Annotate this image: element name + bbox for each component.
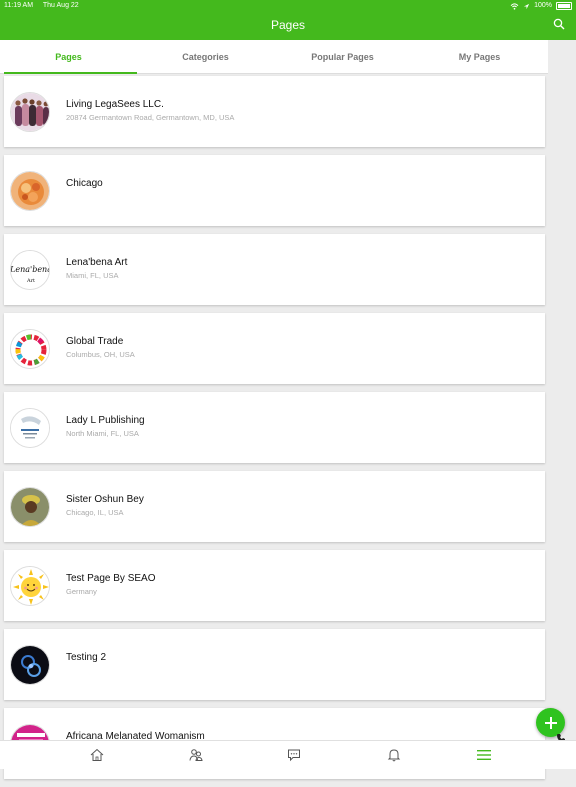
nav-friends-button[interactable] (176, 741, 216, 769)
battery-percent: 100% (534, 2, 552, 9)
plus-icon (544, 716, 557, 729)
page-name: Lena'bena Art (66, 257, 128, 268)
dark-abstract-avatar (10, 645, 50, 685)
tab-pages[interactable]: Pages (0, 40, 137, 74)
status-date: Thu Aug 22 (42, 2, 79, 9)
bottom-navigation (0, 740, 576, 769)
app-header: 11:19 AM Thu Aug 22 100% Pages (0, 0, 576, 40)
logo-subtext: Art (26, 278, 35, 284)
list-item[interactable]: Global Trade Columbus, OH, USA (4, 313, 545, 384)
tab-my-pages[interactable]: My Pages (411, 40, 548, 73)
nav-messages-button[interactable] (274, 741, 314, 769)
page-name: Chicago (66, 178, 103, 189)
page-location: Columbus, OH, USA (66, 350, 135, 359)
page-location: Chicago, IL, USA (66, 508, 124, 517)
page-name: Lady L Publishing (66, 415, 145, 426)
nav-menu-button[interactable] (464, 741, 504, 769)
tab-bar: Pages Categories Popular Pages My Pages (0, 40, 548, 74)
list-item[interactable]: Testing 2 (4, 629, 545, 700)
page-title: Pages (270, 18, 306, 32)
wifi-icon (510, 2, 519, 10)
list-item[interactable]: Chicago (4, 155, 545, 226)
script-logo-avatar: Lena'bena Art (10, 250, 50, 290)
food-photo-avatar (10, 171, 50, 211)
list-item[interactable]: Test Page By SEAO Germany (4, 550, 545, 621)
battery-icon (556, 2, 572, 10)
page-location: Germany (66, 587, 97, 596)
status-time: 11:19 AM (4, 2, 34, 9)
logo-text: Lena'bena (11, 265, 50, 274)
nav-home-button[interactable] (77, 741, 117, 769)
nav-notifications-button[interactable] (374, 741, 414, 769)
page-name: Sister Oshun Bey (66, 494, 144, 505)
portrait-photo-avatar (10, 487, 50, 527)
home-icon (90, 748, 104, 761)
notifications-icon (387, 749, 401, 762)
pages-list: Living LegaSees LLC. 20874 Germantown Ro… (4, 76, 545, 787)
page-name: Global Trade (66, 336, 124, 347)
sun-cartoon-avatar (10, 566, 50, 606)
tab-categories[interactable]: Categories (137, 40, 274, 73)
tab-popular-pages[interactable]: Popular Pages (274, 40, 411, 73)
location-arrow-icon (523, 3, 530, 9)
page-location: North Miami, FL, USA (66, 429, 139, 438)
page-name: Testing 2 (66, 652, 107, 663)
status-bar: 11:19 AM Thu Aug 22 100% (0, 0, 576, 12)
friends-icon (189, 749, 203, 761)
menu-icon (477, 750, 491, 760)
page-location: Miami, FL, USA (66, 271, 119, 280)
search-icon[interactable] (553, 18, 565, 30)
page-name: Living LegaSees LLC. (66, 99, 164, 110)
publisher-logo-avatar (10, 408, 50, 448)
people-photo-avatar (10, 92, 50, 132)
list-item[interactable]: Lady L Publishing North Miami, FL, USA (4, 392, 545, 463)
list-item[interactable]: Sister Oshun Bey Chicago, IL, USA (4, 471, 545, 542)
page-location: 20874 Germantown Road, Germantown, MD, U… (66, 113, 235, 122)
page-name: Test Page By SEAO (66, 573, 156, 584)
list-item[interactable]: Living LegaSees LLC. 20874 Germantown Ro… (4, 76, 545, 147)
color-wheel-avatar (10, 329, 50, 369)
messages-icon (288, 749, 300, 762)
list-item[interactable]: Lena'bena Art Lena'bena Art Miami, FL, U… (4, 234, 545, 305)
